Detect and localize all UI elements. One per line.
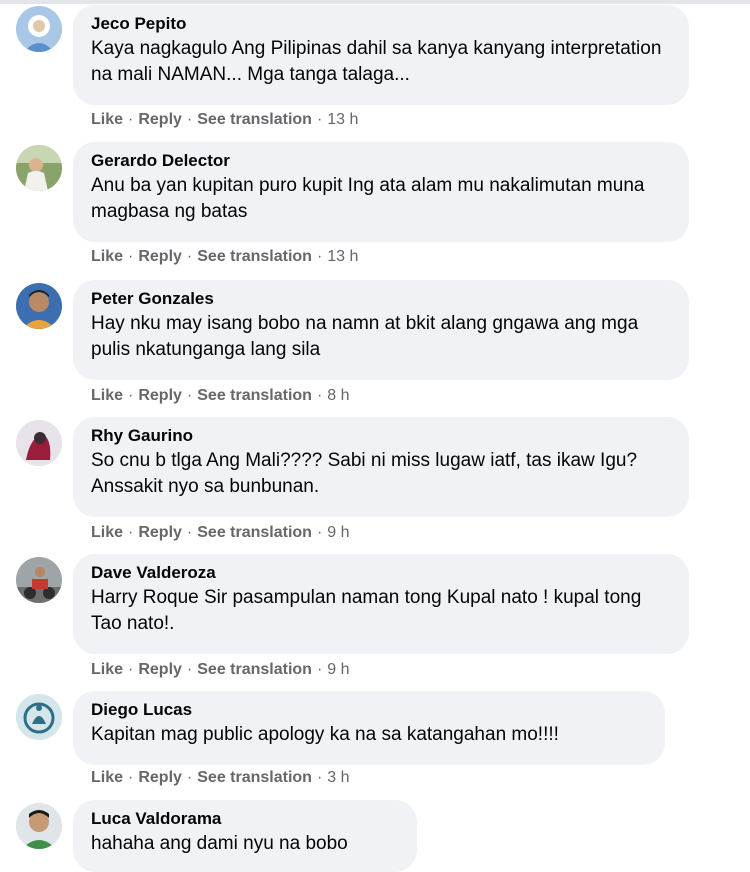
see-translation-link[interactable]: See translation (197, 387, 312, 404)
comment-text: So cnu b tlga Ang Mali???? Sabi ni miss … (91, 450, 638, 497)
separator: · (186, 387, 193, 404)
separator: · (316, 524, 323, 541)
like-link[interactable]: Like (91, 769, 123, 786)
avatar[interactable] (16, 283, 62, 329)
comment-timestamp[interactable]: 3 h (327, 769, 349, 786)
comment-timestamp[interactable]: 13 h (327, 111, 358, 128)
like-link[interactable]: Like (91, 111, 123, 128)
comment-author[interactable]: Diego Lucas (91, 700, 647, 720)
separator: · (128, 248, 134, 265)
comment-text: Hay nku may isang bobo na namn at bkit a… (91, 313, 639, 360)
separator: · (186, 524, 193, 541)
separator: · (316, 111, 323, 128)
comment-author[interactable]: Peter Gonzales (91, 289, 671, 309)
avatar[interactable] (16, 420, 62, 466)
comment-timestamp[interactable]: 13 h (327, 248, 358, 265)
comment-timestamp[interactable]: 9 h (327, 661, 349, 678)
avatar[interactable] (16, 557, 62, 603)
top-divider (0, 0, 750, 4)
comment-author[interactable]: Gerardo Delector (91, 151, 671, 171)
separator: · (316, 387, 323, 404)
separator: · (186, 661, 193, 678)
comment-actions: Like · Reply · See translation · 13 h (91, 247, 358, 267)
comment-bubble: Rhy Gaurino So cnu b tlga Ang Mali???? S… (73, 417, 689, 517)
like-link[interactable]: Like (91, 661, 123, 678)
comment-actions: Like · Reply · See translation · 3 h (91, 768, 350, 788)
avatar[interactable] (16, 803, 62, 849)
comment-bubble: Dave Valderoza Harry Roque Sir pasampula… (73, 554, 689, 654)
see-translation-link[interactable]: See translation (197, 248, 312, 265)
comment-text: hahaha ang dami nyu na bobo (91, 833, 348, 854)
separator: · (128, 769, 134, 786)
reply-link[interactable]: Reply (138, 111, 182, 128)
comment-actions: Like · Reply · See translation · 13 h (91, 110, 358, 130)
like-link[interactable]: Like (91, 387, 123, 404)
comment-author[interactable]: Rhy Gaurino (91, 426, 671, 446)
avatar[interactable] (16, 145, 62, 191)
comment-text: Harry Roque Sir pasampulan naman tong Ku… (91, 587, 642, 634)
comment-author[interactable]: Jeco Pepito (91, 14, 671, 34)
separator: · (186, 248, 193, 265)
separator: · (128, 524, 134, 541)
separator: · (186, 111, 193, 128)
separator: · (128, 387, 134, 404)
comment-timestamp[interactable]: 9 h (327, 524, 349, 541)
avatar[interactable] (16, 694, 62, 740)
separator: · (186, 769, 193, 786)
reply-link[interactable]: Reply (138, 387, 182, 404)
comment-bubble: Diego Lucas Kapitan mag public apology k… (73, 691, 665, 765)
comment-bubble: Jeco Pepito Kaya nagkagulo Ang Pilipinas… (73, 5, 689, 105)
like-link[interactable]: Like (91, 248, 123, 265)
see-translation-link[interactable]: See translation (197, 524, 312, 541)
reply-link[interactable]: Reply (138, 769, 182, 786)
comment-bubble: Gerardo Delector Anu ba yan kupitan puro… (73, 142, 689, 242)
comment-actions: Like · Reply · See translation · 9 h (91, 660, 350, 680)
comment-actions: Like · Reply · See translation · 8 h (91, 386, 350, 406)
comment-text: Anu ba yan kupitan puro kupit Ing ata al… (91, 175, 645, 222)
comment-timestamp[interactable]: 8 h (327, 387, 349, 404)
comment-author[interactable]: Luca Valdorama (91, 809, 399, 829)
reply-link[interactable]: Reply (138, 524, 182, 541)
see-translation-link[interactable]: See translation (197, 769, 312, 786)
separator: · (316, 769, 323, 786)
see-translation-link[interactable]: See translation (197, 111, 312, 128)
comment-text: Kapitan mag public apology ka na sa kata… (91, 724, 559, 745)
like-link[interactable]: Like (91, 524, 123, 541)
separator: · (128, 661, 134, 678)
comment-actions: Like · Reply · See translation · 9 h (91, 523, 350, 543)
reply-link[interactable]: Reply (138, 661, 182, 678)
comment-bubble: Luca Valdorama hahaha ang dami nyu na bo… (73, 800, 417, 872)
separator: · (128, 111, 134, 128)
reply-link[interactable]: Reply (138, 248, 182, 265)
separator: · (316, 248, 323, 265)
avatar[interactable] (16, 6, 62, 52)
comment-text: Kaya nagkagulo Ang Pilipinas dahil sa ka… (91, 38, 662, 85)
separator: · (316, 661, 323, 678)
comment-bubble: Peter Gonzales Hay nku may isang bobo na… (73, 280, 689, 380)
see-translation-link[interactable]: See translation (197, 661, 312, 678)
comment-author[interactable]: Dave Valderoza (91, 563, 671, 583)
